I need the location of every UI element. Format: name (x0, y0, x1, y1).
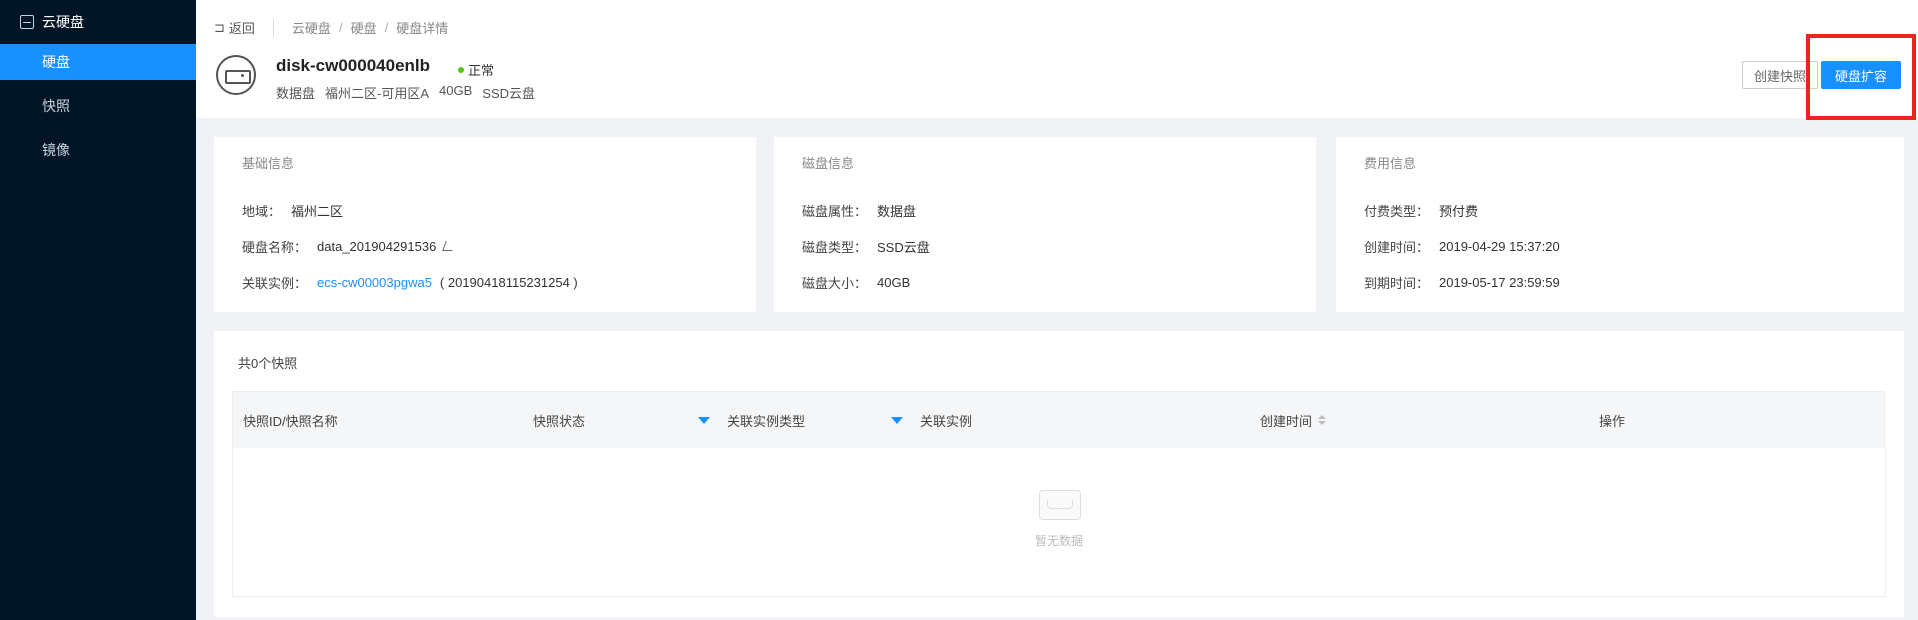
sidebar-item-label: 硬盘 (42, 54, 70, 70)
sort-icon[interactable] (1318, 415, 1327, 425)
snapshot-panel: 共0个快照 快照ID/快照名称 快照状态 关联实例类型 关联实例 创建时间 操作… (214, 331, 1904, 617)
billing-info-card: 费用信息 付费类型： 预付费 创建时间： 2019-04-29 15:37:20… (1336, 137, 1904, 312)
cloud-disk-icon (20, 15, 34, 29)
edit-icon[interactable] (442, 241, 457, 251)
disk-meta-zone: 福州二区-可用区A (325, 86, 430, 101)
back-button[interactable]: ⊐ 返回 (214, 18, 274, 37)
breadcrumb-separator: / (338, 20, 343, 35)
empty-state: 暂无数据 (233, 490, 1885, 549)
column-instance: 关联实例 (920, 413, 973, 429)
sidebar-item-image[interactable]: 镜像 (0, 132, 196, 168)
disk-name-key: 硬盘名称： (242, 239, 308, 255)
created-time-value: 2019-04-29 15:37:20 (1439, 238, 1560, 254)
created-time-row: 创建时间： 2019-04-29 15:37:20 (1364, 228, 1876, 264)
breadcrumb-separator: / (384, 20, 389, 35)
disk-attr-key: 磁盘属性： (802, 203, 868, 219)
disk-name: disk-cw000040enlb (276, 56, 431, 75)
breadcrumb: ⊐ 返回 云硬盘 / 硬盘 / 硬盘详情 (214, 18, 448, 37)
table-header: 快照ID/快照名称 快照状态 关联实例类型 关联实例 创建时间 操作 (233, 392, 1885, 448)
disk-type-row: 磁盘类型： SSD云盘 (802, 228, 1288, 264)
column-created-time-label: 创建时间 (1260, 413, 1313, 429)
status-dot-icon (458, 66, 464, 73)
disk-type-value: SSD云盘 (877, 239, 930, 255)
card-title: 磁盘信息 (802, 156, 855, 171)
sidebar-item-label: 镜像 (42, 142, 70, 158)
empty-inbox-icon (1037, 490, 1081, 520)
sidebar: 云硬盘 硬盘 快照 镜像 (0, 0, 196, 620)
disk-name-value: data_201904291536 (317, 238, 437, 254)
back-arrow-icon: ⊐ (214, 19, 225, 35)
instance-id: ( 20190418115231254 ) (439, 274, 578, 290)
region-value: 福州二区 (291, 203, 344, 219)
sidebar-item-disk[interactable]: 硬盘 (0, 44, 196, 80)
sidebar-item-label: 快照 (42, 98, 70, 114)
disk-meta: 数据盘 福州二区-可用区A 40GB SSD云盘 (276, 83, 535, 102)
empty-text: 暂无数据 (1034, 534, 1083, 548)
pay-type-key: 付费类型： (1364, 203, 1430, 219)
back-label: 返回 (228, 21, 255, 36)
breadcrumb-disk[interactable]: 硬盘 (351, 18, 377, 37)
highlight-box (1806, 34, 1916, 120)
sidebar-item-snapshot[interactable]: 快照 (0, 88, 196, 124)
card-title: 费用信息 (1364, 156, 1417, 171)
instance-link[interactable]: ecs-cw00003pgwa5 (317, 275, 432, 290)
column-instance-type: 关联实例类型 (727, 413, 806, 429)
region-key: 地域： (242, 203, 282, 219)
breadcrumb-cloud-disk[interactable]: 云硬盘 (292, 18, 331, 37)
filter-icon[interactable] (698, 417, 710, 424)
disk-meta-role: 数据盘 (276, 86, 316, 101)
hard-disk-icon (216, 55, 256, 95)
column-snapshot-id: 快照ID/快照名称 (243, 413, 338, 429)
pay-type-value: 预付费 (1439, 203, 1479, 219)
snapshot-count: 共0个快照 (238, 356, 298, 371)
disk-type-key: 磁盘类型： (802, 239, 868, 255)
status-text: 正常 (468, 63, 495, 78)
expire-time-value: 2019-05-17 23:59:59 (1439, 274, 1560, 290)
expire-time-key: 到期时间： (1364, 275, 1430, 291)
pay-type-row: 付费类型： 预付费 (1364, 192, 1876, 228)
disk-info-card: 磁盘信息 磁盘属性： 数据盘 磁盘类型： SSD云盘 磁盘大小： 40GB (774, 137, 1316, 312)
basic-info-card: 基础信息 地域： 福州二区 硬盘名称： data_201904291536 关联… (214, 137, 756, 312)
disk-size-value: 40GB (877, 274, 911, 290)
region-row: 地域： 福州二区 (242, 192, 728, 228)
column-actions: 操作 (1599, 413, 1626, 429)
sidebar-header[interactable]: 云硬盘 (0, 0, 196, 44)
disk-meta-size: 40GB (439, 83, 473, 98)
expire-time-row: 到期时间： 2019-05-17 23:59:59 (1364, 264, 1876, 300)
main-content: ⊐ 返回 云硬盘 / 硬盘 / 硬盘详情 disk-cw000040enlb 正… (196, 0, 1918, 620)
card-title: 基础信息 (242, 156, 295, 171)
created-time-key: 创建时间： (1364, 239, 1430, 255)
disk-attr-value: 数据盘 (877, 203, 917, 219)
detail-header: ⊐ 返回 云硬盘 / 硬盘 / 硬盘详情 disk-cw000040enlb 正… (196, 0, 1918, 120)
disk-attr-row: 磁盘属性： 数据盘 (802, 192, 1288, 228)
disk-meta-type: SSD云盘 (482, 86, 536, 101)
disk-size-row: 磁盘大小： 40GB (802, 264, 1288, 300)
instance-key: 关联实例： (242, 275, 308, 291)
filter-icon[interactable] (891, 417, 903, 424)
breadcrumb-current: 硬盘详情 (396, 21, 449, 36)
snapshot-table: 快照ID/快照名称 快照状态 关联实例类型 关联实例 创建时间 操作 暂无数据 (232, 391, 1886, 597)
column-snapshot-status: 快照状态 (533, 413, 586, 429)
column-created-time[interactable]: 创建时间 (1260, 392, 1327, 448)
sidebar-title: 云硬盘 (42, 14, 84, 30)
disk-name-row: 硬盘名称： data_201904291536 (242, 228, 728, 264)
status-badge: 正常 (458, 60, 494, 79)
disk-size-key: 磁盘大小： (802, 275, 868, 291)
instance-row: 关联实例： ecs-cw00003pgwa5 ( 201904181152312… (242, 264, 728, 300)
